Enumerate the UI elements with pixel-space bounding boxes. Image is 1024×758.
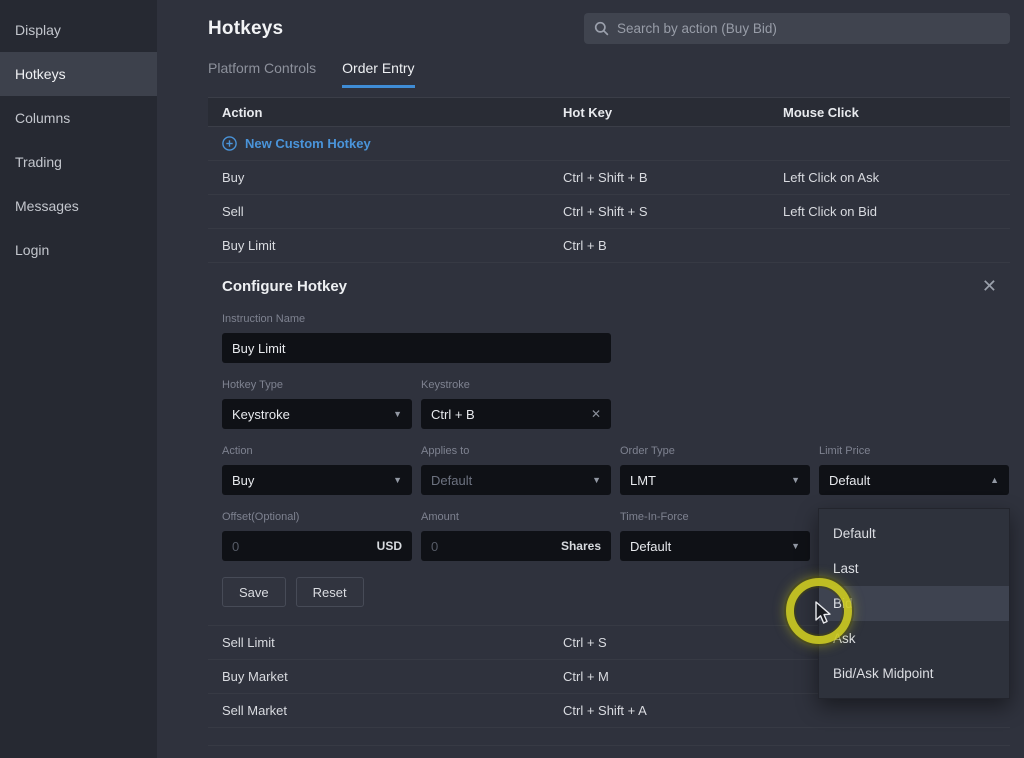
caret-down-icon: ▼ [385,409,402,419]
caret-down-icon: ▼ [783,475,800,485]
cell-mouse-click: Left Click on Bid [783,204,996,219]
caret-up-icon: ▲ [982,475,999,485]
reset-button[interactable]: Reset [296,577,364,607]
offset-suffix: USD [377,539,402,553]
menu-item-ask[interactable]: Ask [819,621,1009,656]
sidebar-item-display[interactable]: Display [0,8,157,52]
instruction-name-input[interactable]: Buy Limit [222,333,611,363]
sidebar-item-trading[interactable]: Trading [0,140,157,184]
cell-action: Sell [222,204,563,219]
amount-field[interactable] [431,539,521,554]
cell-action: Sell Limit [222,635,563,650]
tab-bar: Platform Controls Order Entry [208,60,1010,88]
order-type-value: LMT [630,473,656,488]
keystroke-input[interactable]: Ctrl + B ✕ [421,399,611,429]
cell-action: Buy [222,170,563,185]
order-type-select[interactable]: LMT ▼ [620,465,810,495]
page-title: Hotkeys [208,18,283,40]
cell-hotkey: Ctrl + Shift + A [563,703,783,718]
sidebar-item-messages[interactable]: Messages [0,184,157,228]
menu-item-last[interactable]: Last [819,551,1009,586]
action-label: Action [222,445,412,457]
offset-label: Offset(Optional) [222,511,412,523]
caret-down-icon: ▼ [783,541,800,551]
cell-mouse-click: Left Click on Ask [783,170,996,185]
limit-price-dropdown-menu: Default Last Bid Ask Bid/Ask Midpoint [818,508,1010,699]
new-custom-hotkey-button[interactable]: New Custom Hotkey [208,127,1010,161]
limit-price-label: Limit Price [819,445,1009,457]
applies-to-label: Applies to [421,445,611,457]
table-row-buy-limit[interactable]: Buy Limit Ctrl + B [208,229,1010,263]
action-select[interactable]: Buy ▼ [222,465,412,495]
tab-order-entry[interactable]: Order Entry [342,60,414,88]
table-row-sell[interactable]: Sell Ctrl + Shift + S Left Click on Bid [208,195,1010,229]
limit-price-select[interactable]: Default ▲ [819,465,1009,495]
table-row-sell-market[interactable]: Sell Market Ctrl + Shift + A [208,694,1010,728]
caret-down-icon: ▼ [584,475,601,485]
menu-item-bid[interactable]: Bid [819,586,1009,621]
sidebar-item-hotkeys[interactable]: Hotkeys [0,52,157,96]
applies-to-value: Default [431,473,472,488]
page-header: Hotkeys [208,0,1010,44]
close-icon[interactable]: ✕ [982,277,1009,295]
table-row-buy[interactable]: Buy Ctrl + Shift + B Left Click on Ask [208,161,1010,195]
offset-input[interactable]: USD [222,531,412,561]
instruction-name-value: Buy Limit [232,341,285,356]
tab-platform-controls[interactable]: Platform Controls [208,60,316,88]
save-button[interactable]: Save [222,577,286,607]
configure-hotkey-title: Configure Hotkey [222,278,347,295]
amount-suffix: Shares [561,539,601,553]
table-row-empty [208,728,1010,746]
cell-hotkey: Ctrl + Shift + S [563,204,783,219]
sidebar: Display Hotkeys Columns Trading Messages… [0,0,157,758]
action-value: Buy [232,473,254,488]
column-header-hotkey: Hot Key [563,105,783,120]
keystroke-label: Keystroke [421,379,611,391]
time-in-force-select[interactable]: Default ▼ [620,531,810,561]
caret-down-icon: ▼ [385,475,402,485]
cell-hotkey: Ctrl + S [563,635,783,650]
time-in-force-value: Default [630,539,671,554]
sidebar-item-login[interactable]: Login [0,228,157,272]
limit-price-value: Default [829,473,870,488]
amount-label: Amount [421,511,611,523]
keystroke-value: Ctrl + B [431,407,475,422]
hotkey-type-select[interactable]: Keystroke ▼ [222,399,412,429]
applies-to-select[interactable]: Default ▼ [421,465,611,495]
offset-field[interactable] [232,539,322,554]
cell-hotkey: Ctrl + Shift + B [563,170,783,185]
order-type-label: Order Type [620,445,810,457]
cell-action: Buy Limit [222,238,563,253]
column-header-action: Action [222,105,563,120]
cell-hotkey: Ctrl + B [563,238,783,253]
clear-icon[interactable]: ✕ [591,407,601,421]
menu-item-bid-ask-midpoint[interactable]: Bid/Ask Midpoint [819,656,1009,691]
hotkey-type-label: Hotkey Type [222,379,412,391]
search-input[interactable] [617,21,1000,36]
table-header-row: Action Hot Key Mouse Click [208,97,1010,127]
cell-hotkey: Ctrl + M [563,669,783,684]
column-header-mouse-click: Mouse Click [783,105,996,120]
menu-item-default[interactable]: Default [819,516,1009,551]
plus-circle-icon [222,136,237,151]
search-box[interactable] [584,13,1010,44]
hotkey-type-value: Keystroke [232,407,290,422]
new-custom-hotkey-label: New Custom Hotkey [245,136,371,151]
amount-input[interactable]: Shares [421,531,611,561]
cell-action: Buy Market [222,669,563,684]
instruction-name-label: Instruction Name [222,313,611,325]
time-in-force-label: Time-In-Force [620,511,810,523]
search-icon [594,21,609,36]
cell-action: Sell Market [222,703,563,718]
sidebar-item-columns[interactable]: Columns [0,96,157,140]
